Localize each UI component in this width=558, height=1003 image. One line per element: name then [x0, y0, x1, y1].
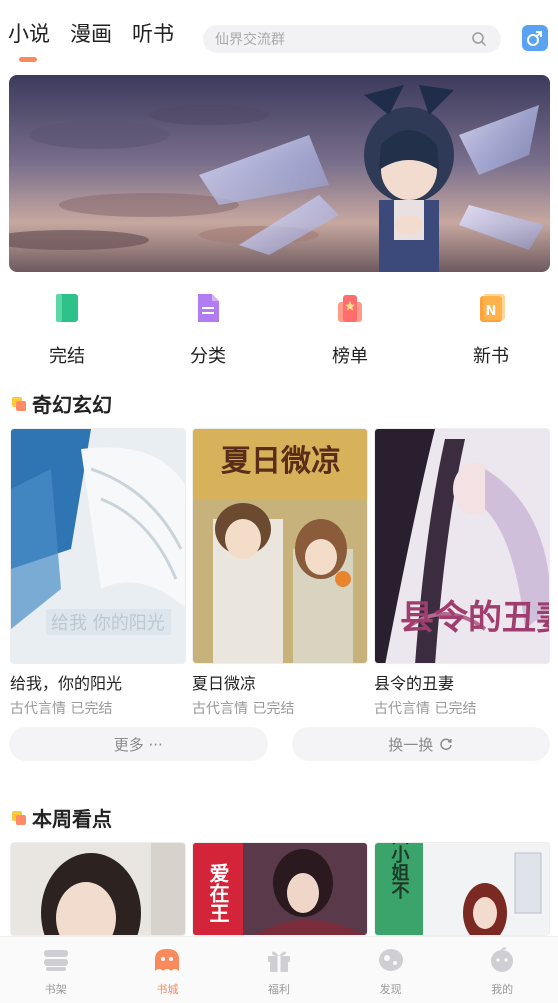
profile-icon: [491, 947, 514, 972]
book-title: 给我，你的阳光: [10, 674, 123, 693]
document-icon: [198, 294, 219, 322]
quick-item-new-book[interactable]: N 新书: [451, 288, 531, 368]
nav-label: 书架: [44, 983, 67, 996]
more-button[interactable]: 更多 ···: [9, 727, 268, 761]
refresh-icon: [440, 738, 452, 751]
book-card[interactable]: 夏日微凉 夏日微凉 古代言情 已完结: [192, 428, 368, 718]
bottom-nav: 书架 书城 福利 发现 我的: [0, 936, 558, 1003]
book-card[interactable]: 四小姐不: [374, 842, 550, 936]
book-meta: 古代言情 已完结: [10, 701, 113, 717]
book-cover[interactable]: [10, 842, 186, 936]
discover-icon: [378, 949, 403, 971]
refresh-button[interactable]: 换一换: [291, 727, 550, 761]
nav-item-bookshelf[interactable]: 书架: [0, 937, 112, 1003]
quick-item-completed[interactable]: 完结: [27, 288, 107, 368]
section-actions: 更多 ··· 换一换: [9, 727, 550, 761]
quick-label-ranking: 榜单: [332, 346, 368, 367]
new-book-icon: N: [480, 294, 505, 322]
book-card[interactable]: 县令的丑妻 县令的丑妻 古代言情 已完结: [374, 428, 550, 718]
nav-label: 发现: [379, 983, 402, 996]
quick-label-category: 分类: [190, 346, 226, 367]
gender-toggle-button[interactable]: [522, 25, 548, 51]
book-title: 夏日微凉: [192, 674, 257, 693]
cover-art: 县令的丑妻: [375, 429, 550, 663]
nav-label: 书城: [156, 983, 179, 996]
svg-text:N: N: [486, 304, 497, 319]
quick-label-completed: 完结: [49, 346, 85, 367]
book-grid-fantasy: 给我 你的阳光 给我，你的阳光 古代言情 已完结 夏日微凉 夏日微凉 古代言情 …: [10, 428, 550, 718]
cover-title-text: 县令的丑妻: [400, 598, 550, 638]
cover-art: 夏日微凉: [193, 429, 367, 663]
gift-icon: [267, 951, 290, 972]
nav-item-bookstore[interactable]: 书城: [112, 937, 224, 1003]
cover-title-text: 夏日微凉: [221, 444, 341, 479]
search-placeholder: 仙界交流群: [215, 32, 285, 48]
book-grid-weekly: 爱在王 四小姐不: [10, 842, 550, 936]
book-cover[interactable]: 县令的丑妻: [374, 428, 550, 664]
tab-comic[interactable]: 漫画: [70, 18, 112, 54]
book-cover[interactable]: 夏日微凉: [192, 428, 368, 664]
cover-title-text: 给我 你的阳光: [51, 613, 165, 634]
banner-illustration: [9, 75, 550, 272]
bookstore-icon: [155, 949, 180, 971]
more-label: 更多 ···: [113, 735, 163, 754]
top-tabs: 小说 漫画 听书: [8, 18, 174, 62]
nav-label: 福利: [267, 983, 290, 996]
quick-label-new-book: 新书: [473, 346, 509, 367]
top-bar: 小说 漫画 听书 仙界交流群: [0, 0, 558, 68]
book-meta: 古代言情 已完结: [374, 701, 477, 717]
section-flag-icon: [12, 810, 26, 825]
book-card[interactable]: 爱在王: [192, 842, 368, 936]
quick-entries: 完结 分类 榜单 N 新书: [0, 288, 558, 367]
cover-art: [11, 843, 185, 935]
refresh-label: 换一换: [388, 735, 434, 754]
search-icon[interactable]: [471, 31, 487, 47]
quick-item-category[interactable]: 分类: [168, 288, 248, 368]
quick-item-ranking[interactable]: 榜单: [310, 288, 390, 368]
nav-item-discover[interactable]: 发现: [335, 937, 447, 1003]
promo-banner[interactable]: [9, 75, 550, 272]
book-cover[interactable]: 给我 你的阳光: [10, 428, 186, 664]
book-cover[interactable]: 爱在王: [192, 842, 368, 936]
nav-label: 我的: [491, 983, 514, 996]
book-title: 县令的丑妻: [374, 674, 455, 693]
nav-item-welfare[interactable]: 福利: [223, 937, 335, 1003]
book-card[interactable]: 给我 你的阳光 给我，你的阳光 古代言情 已完结: [10, 428, 186, 718]
book-meta: 古代言情 已完结: [192, 701, 295, 717]
tab-audiobook[interactable]: 听书: [132, 18, 174, 54]
search-input[interactable]: 仙界交流群: [203, 25, 501, 53]
male-symbol-icon: [527, 31, 542, 46]
nav-item-profile[interactable]: 我的: [446, 937, 558, 1003]
section-header-fantasy: 奇幻玄幻: [12, 389, 112, 418]
cover-art: 四小姐不: [375, 843, 549, 935]
section-flag-icon: [12, 396, 26, 411]
section-header-weekly: 本周看点: [12, 803, 112, 832]
cover-art: 给我 你的阳光: [11, 429, 185, 663]
book-icon: [56, 294, 78, 322]
book-card[interactable]: [10, 842, 186, 936]
section-title: 奇幻玄幻: [32, 393, 112, 417]
cover-art: 爱在王: [193, 843, 367, 935]
cover-title-text: 爱在王: [206, 863, 230, 923]
tab-novel[interactable]: 小说: [8, 18, 50, 62]
bookshelf-icon: [43, 950, 68, 971]
ranking-icon: [338, 295, 362, 322]
book-cover[interactable]: 四小姐不: [374, 842, 550, 936]
section-title: 本周看点: [32, 807, 112, 831]
cover-title-text: 四小姐不: [389, 843, 410, 900]
